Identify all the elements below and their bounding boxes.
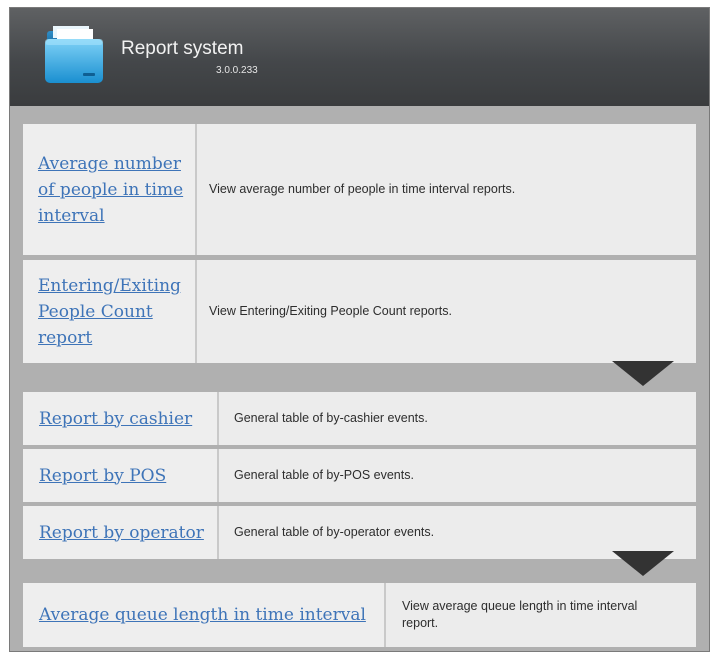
report-folder-icon [45, 26, 103, 83]
report-link-average-people[interactable]: Average number of people in time interva… [38, 151, 187, 229]
app-header: Report system 3.0.0.233 [10, 8, 709, 106]
report-description: View average number of people in time in… [209, 182, 516, 196]
queue-section: Average queue length in time interval Vi… [23, 583, 696, 647]
report-system-window: Report system 3.0.0.233 Average number o… [9, 7, 710, 652]
report-link-cell: Average number of people in time interva… [23, 124, 197, 255]
list-item: Report by cashier General table of by-ca… [23, 392, 696, 445]
report-list: Average number of people in time interva… [10, 106, 709, 651]
expand-section-icon[interactable] [612, 361, 674, 386]
list-item: Report by operator General table of by-o… [23, 506, 696, 559]
report-link-cell: Entering/Exiting People Count report [23, 260, 197, 363]
report-description: View average queue length in time interv… [402, 599, 638, 630]
report-description: General table of by-cashier events. [234, 411, 428, 425]
list-item: Report by POS General table of by-POS ev… [23, 449, 696, 502]
app-version: 3.0.0.233 [216, 65, 258, 76]
report-link-cell: Report by operator [23, 506, 219, 559]
report-link-cell: Report by POS [23, 449, 219, 502]
app-title: Report system [121, 38, 244, 59]
report-link-cell: Report by cashier [23, 392, 219, 445]
report-link-pos[interactable]: Report by POS [39, 463, 166, 489]
list-item: Average number of people in time interva… [23, 124, 696, 255]
report-link-entering-exiting[interactable]: Entering/Exiting People Count report [38, 273, 187, 351]
report-link-cashier[interactable]: Report by cashier [39, 406, 192, 432]
list-item: Entering/Exiting People Count report Vie… [23, 260, 696, 363]
pos-section: Report by cashier General table of by-ca… [23, 392, 696, 564]
report-link-cell: Average queue length in time interval [23, 583, 386, 647]
report-link-queue-length[interactable]: Average queue length in time interval [39, 602, 366, 628]
report-description: General table of by-POS events. [234, 468, 414, 482]
report-link-operator[interactable]: Report by operator [39, 520, 204, 546]
report-description: View Entering/Exiting People Count repor… [209, 304, 452, 318]
people-count-section: Average number of people in time interva… [23, 124, 696, 388]
list-item: Average queue length in time interval Vi… [23, 583, 696, 647]
expand-section-icon[interactable] [612, 551, 674, 576]
